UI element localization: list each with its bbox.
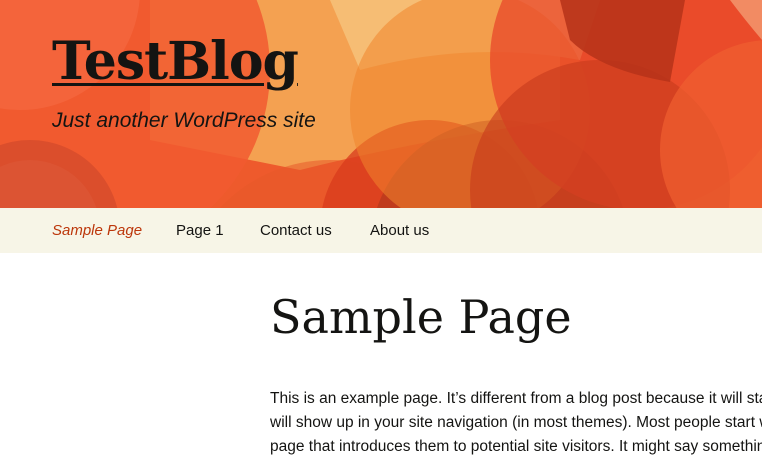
page-content: This is an example page. It’s different … xyxy=(270,387,762,476)
site-header: TestBlog Just another WordPress site xyxy=(0,0,762,208)
content-line: page that introduces them to potential s… xyxy=(270,438,762,455)
content-line: This is an example page. It’s different … xyxy=(270,390,762,407)
site-title[interactable]: TestBlog xyxy=(52,36,299,88)
main-navigation: Sample Page Page 1 Contact us About us xyxy=(0,208,762,253)
site-tagline: Just another WordPress site xyxy=(52,109,316,132)
nav-link-page-1[interactable]: Page 1 xyxy=(176,223,224,238)
nav-link-about-us[interactable]: About us xyxy=(370,223,429,238)
nav-link-contact-us[interactable]: Contact us xyxy=(260,223,332,238)
content-line: will show up in your site navigation (in… xyxy=(270,414,762,431)
page: TestBlog Just another WordPress site Sam… xyxy=(0,0,762,476)
nav-link-sample-page[interactable]: Sample Page xyxy=(52,223,142,238)
page-title: Sample Page xyxy=(270,290,572,344)
